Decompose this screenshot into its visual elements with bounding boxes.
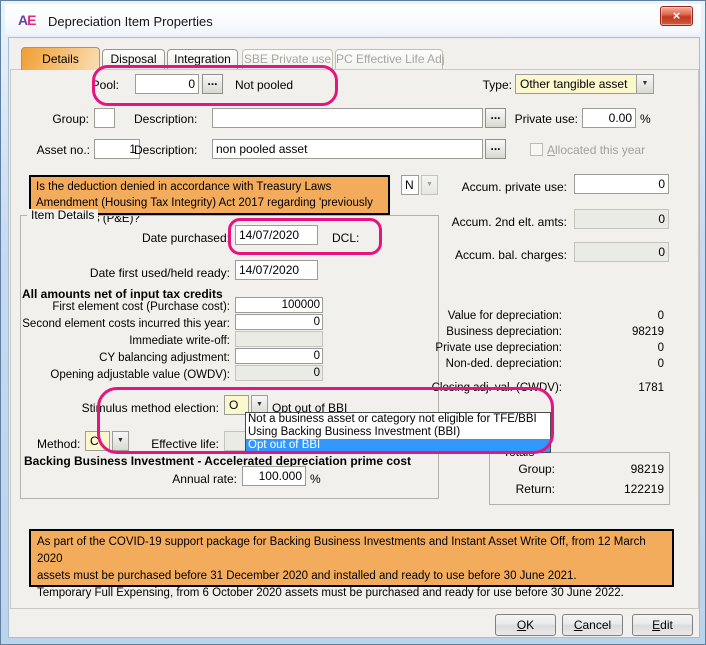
accum-bal-charges-input: [574, 242, 669, 262]
type-label: Type:: [452, 75, 512, 95]
asset-description-input[interactable]: [212, 139, 483, 159]
dialog-window: AE Depreciation Item Properties × Detail…: [0, 0, 706, 645]
accum-bal-charges-label: Accum. bal. charges:: [447, 245, 567, 265]
business-depreciation-label: Business depreciation:: [402, 325, 562, 339]
private-use-label: Private use:: [508, 109, 578, 129]
title-bar: AE Depreciation Item Properties: [5, 4, 701, 35]
value-for-depreciation-label: Value for depreciation:: [402, 309, 562, 323]
chevron-down-icon[interactable]: ▼: [637, 74, 654, 94]
group-description-label: Description:: [134, 109, 194, 129]
type-value: Other tangible asset: [515, 74, 637, 94]
housing-answer-value: N: [401, 175, 419, 195]
tab-pc-effective-life-adj: PC Effective Life Adj: [335, 49, 443, 69]
private-use-depreciation-label: Private use depreciation:: [402, 341, 562, 355]
asset-description-label: Description:: [134, 140, 194, 160]
app-logo: AE: [18, 12, 35, 28]
group-description-browse-button[interactable]: ...: [485, 108, 506, 128]
totals-group-row-value: 98219: [584, 461, 664, 477]
totals-return-row-value: 122219: [584, 481, 664, 497]
bbi-heading: Backing Business Investment - Accelerate…: [24, 451, 411, 471]
group-description-input[interactable]: [212, 108, 483, 128]
immediate-write-off-label: Immediate write-off:: [15, 334, 230, 348]
item-details-group-label: Item Details: [27, 209, 98, 222]
covid-note-line-3: Temporary Full Expensing, from 6 October…: [37, 585, 666, 602]
first-element-cost-label: First element cost (Purchase cost):: [15, 300, 230, 314]
first-element-cost-input[interactable]: [235, 297, 323, 313]
non-ded-depreciation-label: Non-ded. depreciation:: [402, 357, 562, 371]
annual-rate-label: Annual rate:: [157, 469, 237, 489]
covid-note-line-2: assets must be purchased before 31 Decem…: [37, 568, 666, 585]
ok-button[interactable]: OK: [495, 614, 556, 636]
logo-letter-a: A: [18, 12, 27, 28]
immediate-write-off-input: [235, 331, 323, 347]
accum-private-use-label: Accum. private use:: [447, 177, 567, 197]
annual-rate-input[interactable]: [242, 466, 306, 486]
value-for-depreciation-value: 0: [584, 309, 664, 323]
accum-2nd-elt-label: Accum. 2nd elt. amts:: [447, 212, 567, 232]
business-depreciation-value: 98219: [584, 325, 664, 339]
second-element-costs-label: Second element costs incurred this year:: [15, 317, 230, 331]
group-input[interactable]: [94, 108, 115, 128]
allocated-this-year-label: Allocated this year: [547, 140, 645, 160]
cancel-button[interactable]: Cancel: [562, 614, 623, 636]
non-ded-depreciation-value: 0: [584, 357, 664, 371]
owdv-label: Opening adjustable value (OWDV):: [15, 368, 230, 382]
housing-answer-select[interactable]: N ▼: [401, 175, 438, 195]
totals-groupbox: [489, 452, 670, 505]
dialog-body: Details Disposal Integration SBE Private…: [8, 37, 700, 638]
annual-rate-percent-sign: %: [310, 469, 321, 489]
accum-2nd-elt-input: [574, 209, 669, 229]
annotation-highlight-pool: [92, 65, 338, 106]
owdv-input: [235, 365, 323, 381]
logo-letter-e: E: [27, 12, 35, 28]
cy-balancing-adjustment-input[interactable]: [235, 348, 323, 364]
allocated-this-year-checkbox[interactable]: [530, 143, 543, 156]
window-title: Depreciation Item Properties: [48, 14, 213, 29]
private-use-percent-sign: %: [640, 109, 651, 129]
covid-note-line-1: As part of the COVID-19 support package …: [37, 534, 666, 568]
annotation-highlight-date-purchased: [228, 218, 382, 255]
covid-support-note: As part of the COVID-19 support package …: [29, 529, 674, 587]
date-first-used-input[interactable]: [235, 260, 318, 280]
chevron-down-icon: ▼: [421, 175, 438, 195]
tab-details[interactable]: Details: [21, 47, 100, 70]
cy-balancing-adjustment-label: CY balancing adjustment:: [15, 351, 230, 365]
close-button[interactable]: ×: [660, 6, 693, 26]
private-use-input[interactable]: [582, 108, 636, 128]
totals-return-row-label: Return:: [495, 481, 555, 497]
group-label: Group:: [39, 109, 89, 129]
type-select[interactable]: Other tangible asset ▼: [515, 74, 654, 94]
edit-button[interactable]: Edit: [632, 614, 693, 636]
asset-no-label: Asset no.:: [22, 140, 90, 160]
totals-group-row-label: Group:: [495, 461, 555, 477]
asset-description-browse-button[interactable]: ...: [485, 139, 506, 159]
private-use-depreciation-value: 0: [584, 341, 664, 355]
closing-adj-val-value: 1781: [584, 381, 664, 395]
accum-private-use-input[interactable]: [574, 174, 669, 194]
second-element-costs-input[interactable]: [235, 314, 323, 330]
date-first-used-label: Date first used/held ready:: [60, 263, 230, 283]
annotation-highlight-stimulus: [97, 387, 554, 454]
date-purchased-label: Date purchased:: [130, 228, 230, 248]
